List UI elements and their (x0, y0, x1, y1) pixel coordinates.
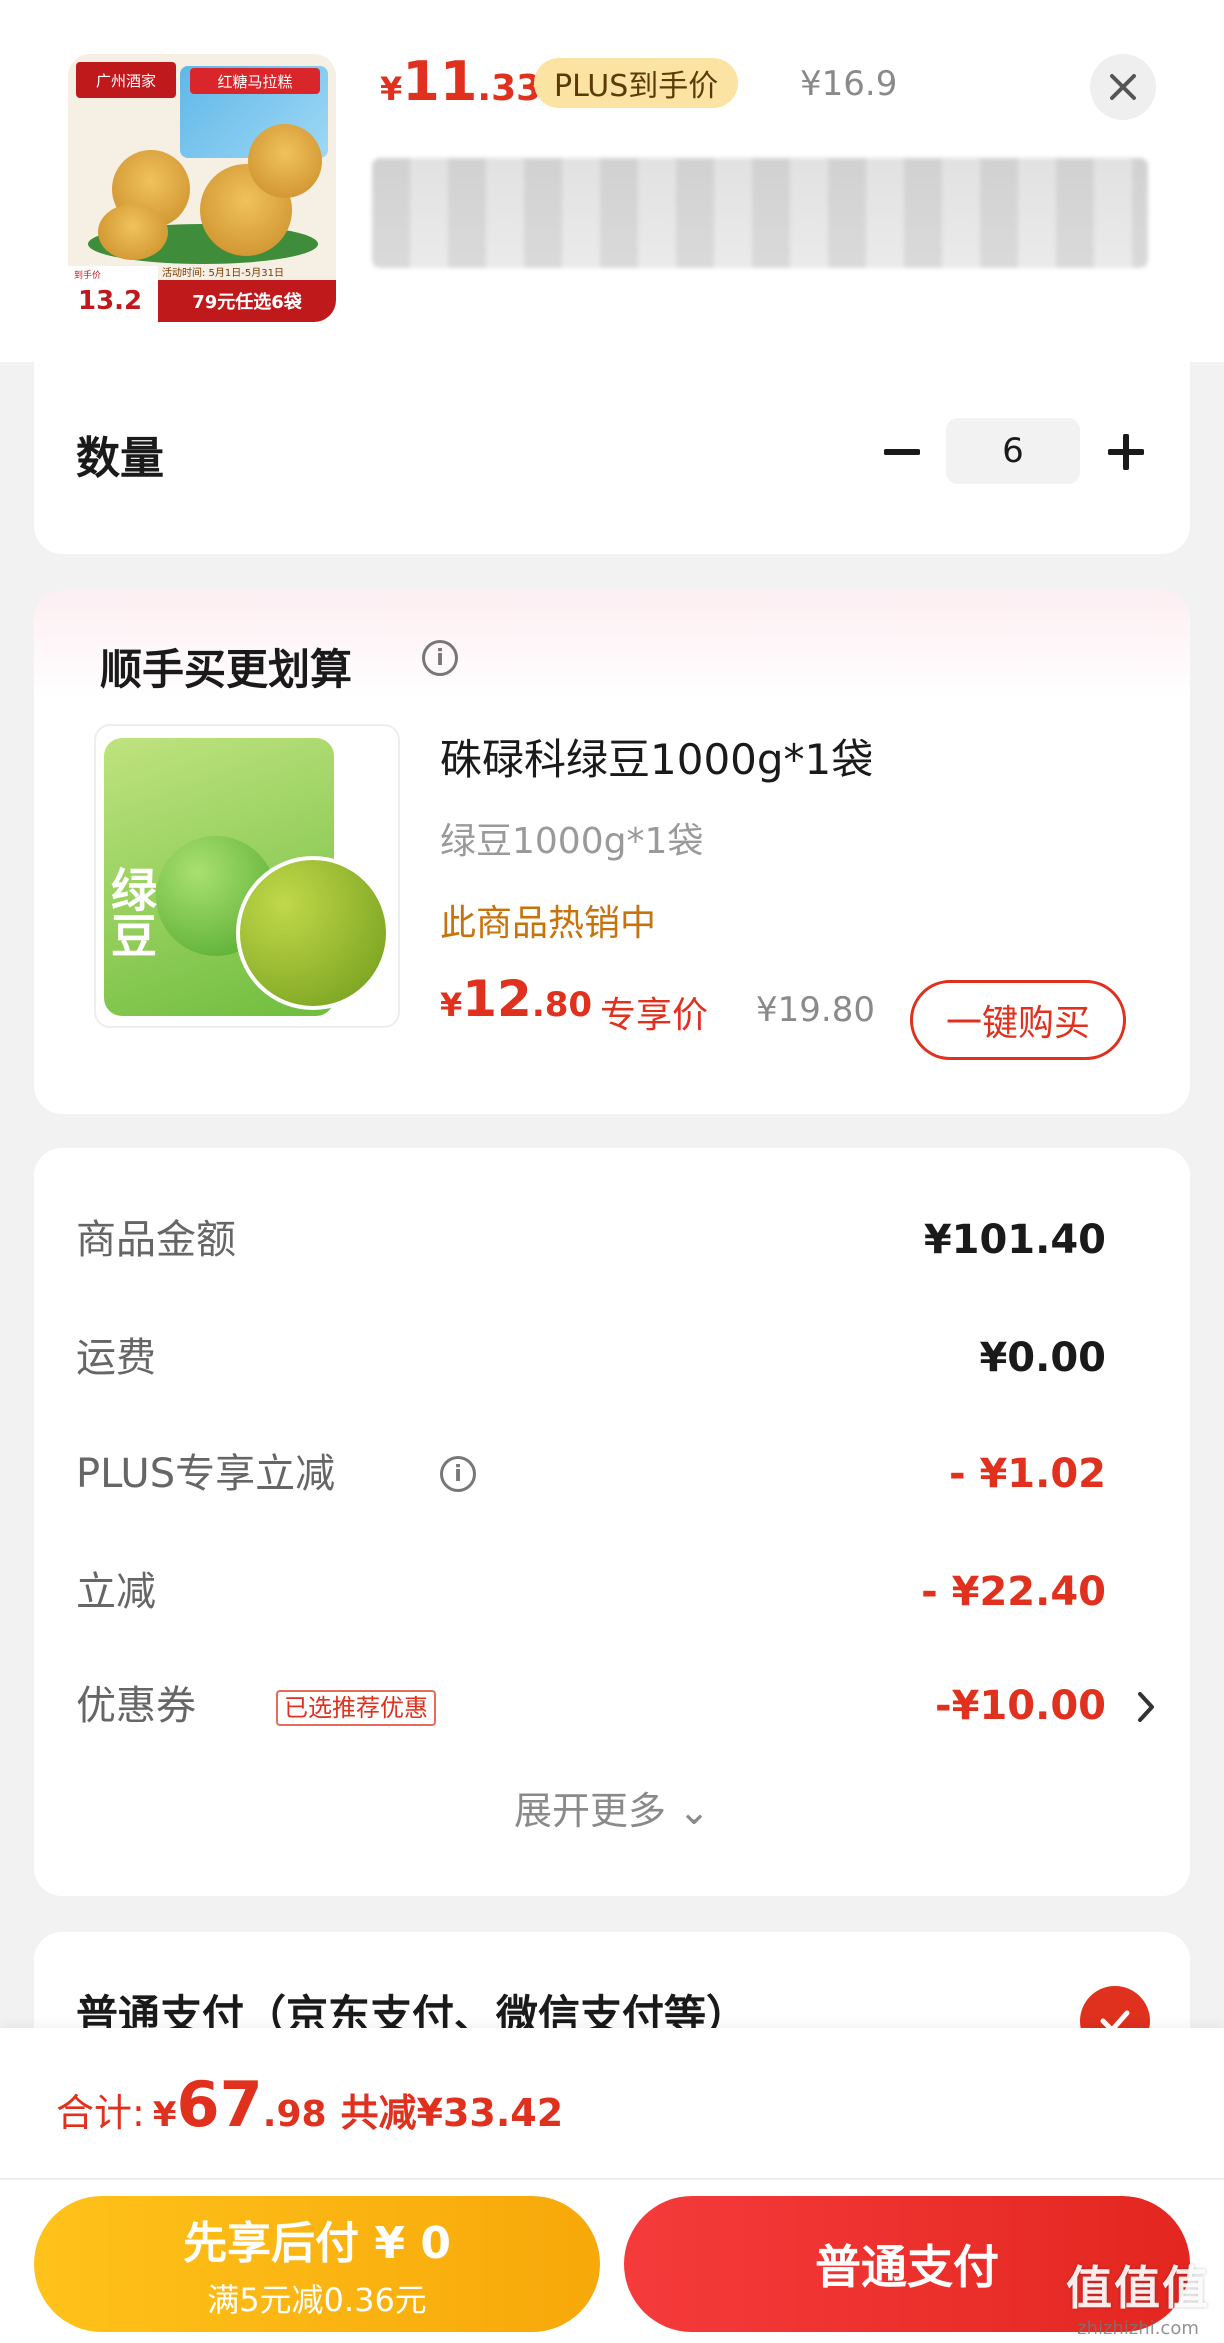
summary-value: -¥10.00 (935, 1683, 1106, 1729)
addon-product-spec: 绿豆1000g*1袋 (440, 821, 704, 862)
addon-product-name[interactable]: 硃碌科绿豆1000g*1袋 (440, 726, 873, 787)
total-currency: ¥ (152, 2095, 177, 2135)
thumb-price: 13.2 (78, 286, 143, 316)
info-icon[interactable]: i (440, 1456, 476, 1492)
expand-more-button[interactable]: 展开更多 ⌄ (34, 1780, 1190, 1835)
addon-section-title: 顺手买更划算 (100, 645, 353, 694)
price-currency: ¥ (380, 70, 403, 108)
plus-price-badge: PLUS到手价 (534, 58, 739, 108)
quantity-label: 数量 (76, 433, 164, 484)
pay-later-promo: 满5元减0.36元 (207, 2281, 427, 2319)
info-icon[interactable]: i (422, 640, 458, 676)
price-integer: 11 (402, 50, 478, 113)
minus-icon (884, 449, 920, 455)
chevron-right-icon (1138, 1692, 1154, 1722)
summary-value: - ¥1.02 (948, 1451, 1106, 1497)
pay-later-label: 先享后付 ¥ 0 (183, 2218, 451, 2269)
total-amount: 合计: ¥67.98 共减¥33.42 (56, 2068, 563, 2141)
pay-later-button[interactable]: 先享后付 ¥ 0 满5元减0.36元 (34, 2196, 600, 2332)
quantity-card: 数量 6 (34, 362, 1190, 554)
total-saved: 共减¥33.42 (340, 2091, 564, 2135)
thumb-price-tag: 到手价 13.2 (68, 266, 158, 322)
addon-recommendation-card: 顺手买更划算 i 绿豆 硃碌科绿豆1000g*1袋 绿豆1000g*1袋 此商品… (34, 590, 1190, 1114)
promo-banner: 79元任选6袋 (158, 280, 336, 322)
product-header: 红糖马拉糕 广州酒家 活动时间: 5月1日-5月31日 到手价 13.2 79元… (0, 0, 1224, 362)
beans-plate-image (236, 856, 390, 1010)
addon-price-currency: ¥ (440, 986, 463, 1024)
addon-original-price: ¥19.80 (756, 990, 875, 1030)
quantity-increase-button[interactable] (1096, 422, 1156, 482)
plus-icon (1108, 434, 1144, 470)
product-thumbnail[interactable]: 红糖马拉糕 广州酒家 活动时间: 5月1日-5月31日 到手价 13.2 79元… (68, 54, 336, 322)
original-price: ¥16.9 (800, 64, 898, 104)
bean-bag-label: 绿豆 (104, 866, 158, 958)
total-integer: 67 (176, 2068, 263, 2141)
addon-hot-label: 此商品热销中 (440, 903, 657, 944)
site-watermark: 值值值 zhizhizhi.com (1066, 2252, 1210, 2339)
summary-label: 立减 (76, 1569, 156, 1615)
quantity-input[interactable]: 6 (946, 418, 1080, 484)
total-label: 合计: (56, 2091, 145, 2135)
summary-row-instant-discount: 立减 - ¥22.40 (76, 1562, 1136, 1622)
close-icon (1110, 74, 1136, 100)
quantity-decrease-button[interactable] (872, 422, 932, 482)
coupon-tag: 已选推荐优惠 (276, 1690, 436, 1726)
checkout-bar: 合计: ¥67.98 共减¥33.42 先享后付 ¥ 0 满5元减0.36元 普通支… (0, 2028, 1224, 2343)
blurred-product-title (372, 158, 1148, 268)
summary-row-shipping: 运费 ¥0.00 (76, 1328, 1136, 1388)
price-decimal: .33 (477, 68, 542, 109)
total-decimal: .98 (262, 2094, 327, 2135)
watermark-logo: 值值值 (1066, 2261, 1210, 2315)
divider (0, 2178, 1224, 2180)
promo-date: 活动时间: 5月1日-5月31日 (162, 268, 284, 279)
summary-label: 商品金额 (76, 1217, 236, 1263)
summary-row-plus-discount: PLUS专享立减 i - ¥1.02 (76, 1444, 1136, 1504)
one-click-buy-button[interactable]: 一键购买 (910, 980, 1126, 1060)
summary-label: 优惠券 (76, 1683, 196, 1729)
product-price: ¥11.33 (380, 50, 541, 113)
price-summary-card: 商品金额 ¥101.40 运费 ¥0.00 PLUS专享立减 i - ¥1.02… (34, 1148, 1190, 1896)
brand-logo: 广州酒家 (76, 62, 176, 98)
summary-row-coupon[interactable]: 优惠券 已选推荐优惠 -¥10.00 (76, 1676, 1154, 1736)
addon-price-decimal: .80 (531, 985, 593, 1025)
summary-value: ¥101.40 (923, 1217, 1106, 1263)
addon-product-image[interactable]: 绿豆 (94, 724, 400, 1028)
summary-label: 运费 (76, 1335, 156, 1381)
addon-price: ¥12.80 (440, 970, 592, 1028)
summary-label: PLUS专享立减 (76, 1451, 336, 1497)
summary-row-subtotal: 商品金额 ¥101.40 (76, 1210, 1136, 1270)
summary-value: ¥0.00 (979, 1335, 1106, 1381)
exclusive-price-label: 专享价 (600, 995, 709, 1036)
cake-image (98, 204, 168, 260)
watermark-url: zhizhizhi.com (1077, 2318, 1199, 2339)
thumb-price-label: 到手价 (74, 271, 102, 281)
summary-value: - ¥22.40 (921, 1569, 1106, 1615)
addon-price-integer: 12 (462, 970, 532, 1028)
cake-image (248, 124, 322, 198)
close-button[interactable] (1090, 54, 1156, 120)
package-title: 红糖马拉糕 (190, 68, 320, 94)
